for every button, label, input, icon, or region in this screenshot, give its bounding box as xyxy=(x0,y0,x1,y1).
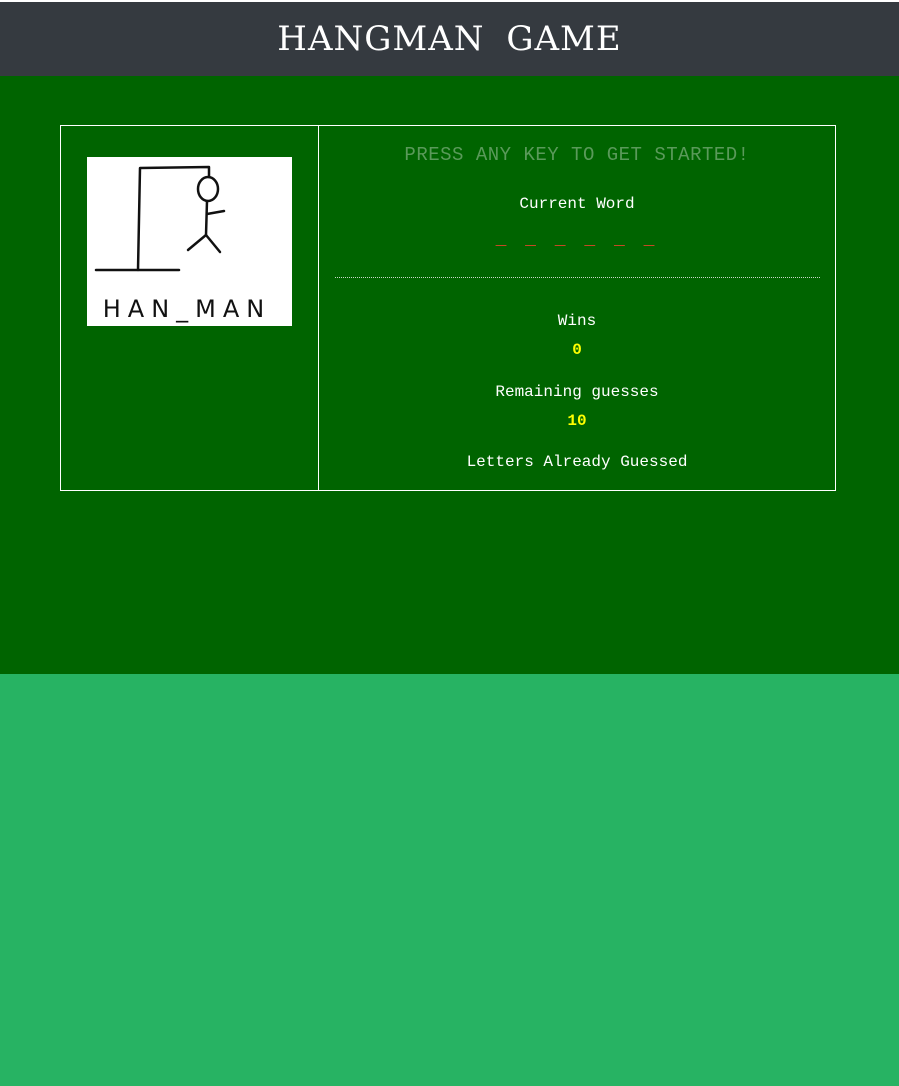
remaining-guesses-label: Remaining guesses xyxy=(495,383,659,401)
start-prompt: PRESS ANY KEY TO GET STARTED! xyxy=(404,144,750,166)
page-title: HANGMAN GAME xyxy=(277,19,622,59)
current-word-label: Current Word xyxy=(519,195,635,213)
current-word: _ _ _ _ _ _ xyxy=(495,230,659,250)
wins-label: Wins xyxy=(557,312,597,330)
hangman-drawing-icon: HAN_MAN xyxy=(94,165,272,323)
hangman-image: HAN_MAN xyxy=(87,157,292,326)
game-area: HAN_MAN PRESS ANY KEY TO GET STARTED! Cu… xyxy=(0,76,899,674)
image-panel: HAN_MAN xyxy=(61,126,319,490)
wins-value: 0 xyxy=(572,341,582,359)
hangman-caption: HAN_MAN xyxy=(103,295,272,323)
remaining-guesses-value: 10 xyxy=(567,412,587,430)
page-header: HANGMAN GAME xyxy=(0,2,899,76)
status-panel: PRESS ANY KEY TO GET STARTED! Current Wo… xyxy=(319,126,835,490)
divider xyxy=(335,277,820,278)
game-box: HAN_MAN PRESS ANY KEY TO GET STARTED! Cu… xyxy=(60,125,836,491)
letters-guessed-label: Letters Already Guessed xyxy=(466,453,688,471)
